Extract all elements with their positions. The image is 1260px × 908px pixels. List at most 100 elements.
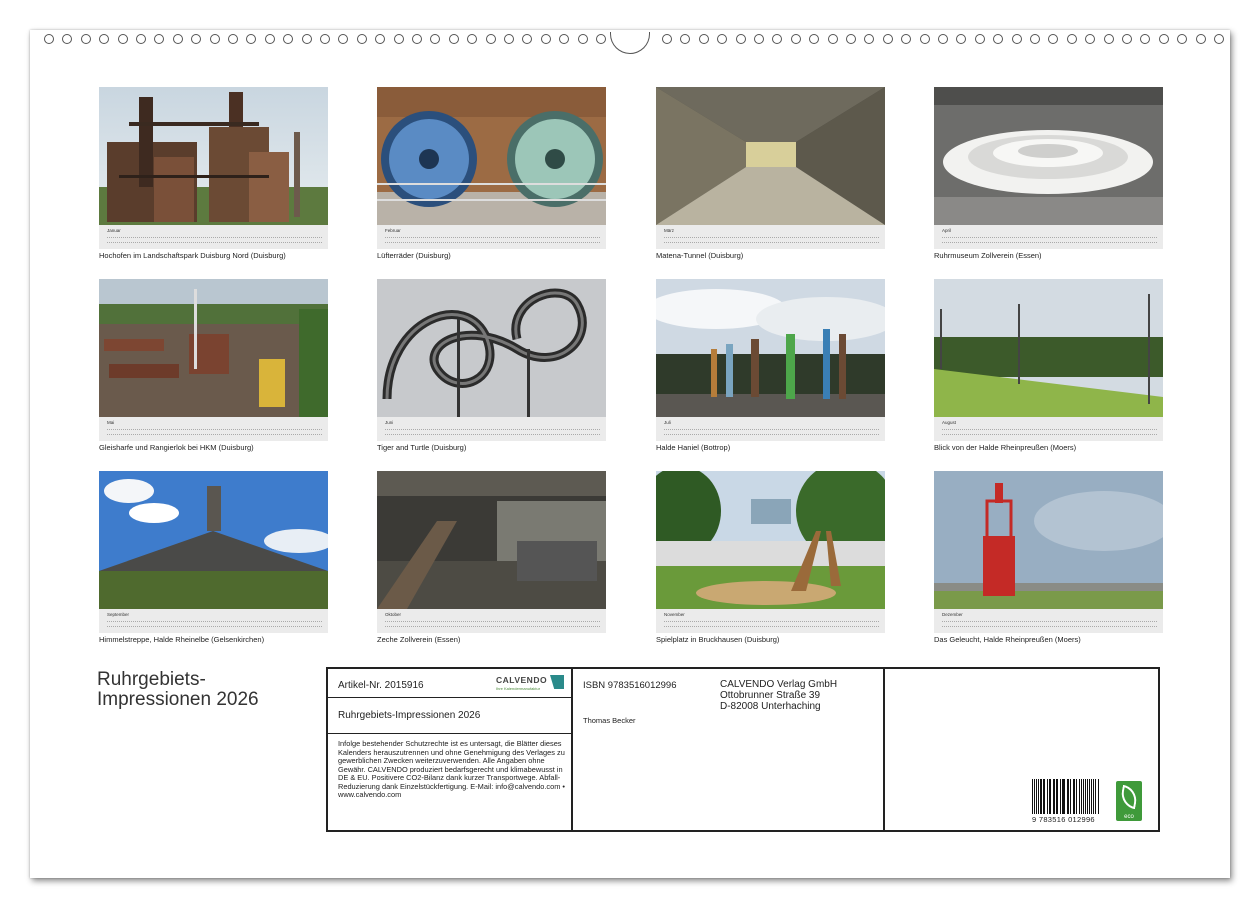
photo-tiger-and-turtle xyxy=(377,279,606,417)
month-name: September xyxy=(107,612,130,617)
barcode: 9 783516 012996 xyxy=(1032,779,1100,825)
binding-ring xyxy=(882,34,893,44)
barcode-bar xyxy=(1069,779,1071,814)
binding-ring xyxy=(596,34,606,44)
binding-ring xyxy=(485,34,496,44)
month-thumbnail-april: April Ruhrmuseum Zollverein (Essen) xyxy=(934,87,1163,260)
month-calendar-strip: Oktober xyxy=(377,609,606,633)
month-thumbnail-juli: Juli Halde Haniel (Bottrop) xyxy=(656,279,885,452)
barcode-bar xyxy=(1074,779,1076,814)
month-thumbnail-mai: Mai Gleisharfe und Rangierlok bei HKM (D… xyxy=(99,279,328,452)
hanger-notch xyxy=(610,32,650,54)
binding-ring xyxy=(1030,34,1040,44)
binding-ring xyxy=(430,34,441,44)
binding-ring xyxy=(938,34,948,44)
barcode-bar xyxy=(1085,779,1087,814)
photo-ruhrmuseum xyxy=(934,87,1163,225)
month-thumbnail-dezember: Dezember Das Geleucht, Halde Rheinpreuße… xyxy=(934,471,1163,644)
photo-matena-tunnel xyxy=(656,87,885,225)
photo-zeche-zollverein xyxy=(377,471,606,609)
binding-ring xyxy=(283,34,294,44)
binding-ring xyxy=(1158,34,1169,44)
eco-label: eco xyxy=(1124,814,1134,820)
month-thumbnail-maerz: März Matena-Tunnel (Duisburg) xyxy=(656,87,885,260)
month-thumbnail-november: November Spielplatz in Bruckhausen (Duis… xyxy=(656,471,885,644)
photo-hochofen xyxy=(99,87,328,225)
month-calendar-strip: September xyxy=(99,609,328,633)
binding-ring xyxy=(467,34,478,44)
calendar-back-sheet: Januar Hochofen im Landschaftspark Duisb… xyxy=(30,30,1230,878)
binding-ring xyxy=(393,34,404,44)
photo-caption: Spielplatz in Bruckhausen (Duisburg) xyxy=(656,635,780,644)
photo-caption: Gleisharfe und Rangierlok bei HKM (Duisb… xyxy=(99,443,254,452)
barcode-bar xyxy=(1097,779,1099,814)
month-calendar-strip: November xyxy=(656,609,885,633)
photo-blick-halde-rheinpreussen xyxy=(934,279,1163,417)
barcode-bar xyxy=(1044,779,1046,814)
month-name: Dezember xyxy=(942,612,963,617)
article-row: Artikel-Nr. 2015916 CALVENDO Ihre Kalend… xyxy=(328,669,571,698)
binding-ring xyxy=(62,34,73,44)
barcode-bar xyxy=(1034,779,1036,814)
photo-caption: Tiger and Turtle (Duisburg) xyxy=(377,443,467,452)
binding-ring xyxy=(1122,34,1132,44)
binding-ring xyxy=(698,34,709,44)
legal-notice: Infolge bestehender Schutzrechte ist es … xyxy=(338,739,565,799)
binding-ring xyxy=(717,34,728,44)
month-calendar-strip: August xyxy=(934,417,1163,441)
info-column-left: Artikel-Nr. 2015916 CALVENDO Ihre Kalend… xyxy=(328,669,573,830)
calendar-title-small: Ruhrgebiets-Impressionen 2026 xyxy=(338,710,481,721)
binding-ring xyxy=(338,34,349,44)
month-name: Juli xyxy=(664,420,671,425)
binding-ring xyxy=(301,34,312,44)
binding-ring xyxy=(1048,34,1059,44)
month-name: Januar xyxy=(107,228,121,233)
author-name: Thomas Becker xyxy=(583,716,636,725)
title-row: Ruhrgebiets-Impressionen 2026 xyxy=(328,699,571,734)
binding-ring xyxy=(246,34,257,44)
calendar-title-line-1: Ruhrgebiets- xyxy=(97,669,206,690)
publisher-address: CALVENDO Verlag GmbH Ottobrunner Straße … xyxy=(720,679,837,712)
month-name: Februar xyxy=(385,228,401,233)
eco-badge: eco xyxy=(1116,781,1142,821)
photo-himmelstreppe xyxy=(99,471,328,609)
month-name: Oktober xyxy=(385,612,402,617)
binding-ring xyxy=(974,34,985,44)
binding-ring xyxy=(228,34,238,44)
binding-ring xyxy=(735,34,746,44)
binding-ring xyxy=(827,34,838,44)
photo-luefterraeder xyxy=(377,87,606,225)
month-calendar-strip: Juli xyxy=(656,417,885,441)
binding-ring xyxy=(1177,34,1188,44)
month-name: Juni xyxy=(385,420,394,425)
month-thumbnail-oktober: Oktober Zeche Zollverein (Essen) xyxy=(377,471,606,644)
binding-ring xyxy=(264,34,275,44)
photo-spielplatz-bruckhausen xyxy=(656,471,885,609)
calendar-title-line-2: Impressionen 2026 xyxy=(97,689,259,710)
binding-ring xyxy=(809,34,820,44)
month-calendar-strip: Juni xyxy=(377,417,606,441)
binding-ring xyxy=(1195,34,1206,44)
binding-ring xyxy=(117,34,128,44)
binding-ring xyxy=(504,34,514,44)
binding-ring xyxy=(754,34,764,44)
binding-ring xyxy=(154,34,165,44)
month-thumbnail-september: September Himmelstreppe, Halde Rheinelbe… xyxy=(99,471,328,644)
binding-ring xyxy=(1214,34,1224,44)
binding-ring xyxy=(375,34,386,44)
binding-ring xyxy=(448,34,459,44)
month-thumbnail-januar: Januar Hochofen im Landschaftspark Duisb… xyxy=(99,87,328,260)
binding-ring xyxy=(577,34,588,44)
barcode-bar xyxy=(1063,779,1065,814)
binding-ring xyxy=(136,34,146,44)
month-name: März xyxy=(664,228,674,233)
photo-caption: Matena-Tunnel (Duisburg) xyxy=(656,251,744,260)
binding-ring xyxy=(846,34,856,44)
binding-ring xyxy=(680,34,691,44)
photo-caption: Halde Haniel (Bottrop) xyxy=(656,443,731,452)
month-thumbnail-juni: Juni Tiger and Turtle (Duisburg) xyxy=(377,279,606,452)
binding-ring xyxy=(80,34,91,44)
binding-ring xyxy=(662,34,672,44)
barcode-bar xyxy=(1059,779,1061,814)
binding-ring xyxy=(412,34,422,44)
